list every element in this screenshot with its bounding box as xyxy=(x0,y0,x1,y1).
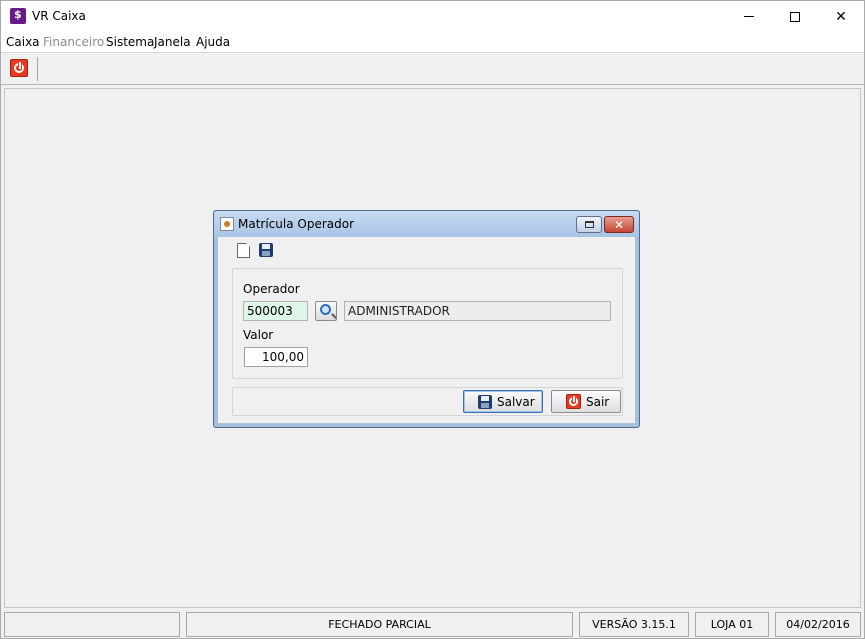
dialog-restore-button[interactable] xyxy=(576,216,602,233)
floppy-disk-icon xyxy=(478,394,492,409)
operador-label: Operador xyxy=(243,282,300,296)
restore-icon xyxy=(584,221,594,228)
salvar-button[interactable]: Salvar xyxy=(463,390,543,413)
search-icon xyxy=(320,304,331,315)
valor-label: Valor xyxy=(243,328,274,342)
save-toolbar-button[interactable] xyxy=(259,243,273,260)
power-icon xyxy=(566,394,581,409)
maximize-icon xyxy=(790,11,800,22)
operador-codigo-input[interactable]: 500003 xyxy=(243,301,308,321)
toolbar xyxy=(1,52,864,85)
status-situacao: FECHADO PARCIAL xyxy=(186,612,573,637)
dialog-title: Matrícula Operador xyxy=(238,217,355,231)
new-document-icon[interactable] xyxy=(237,243,250,258)
power-icon xyxy=(10,59,28,77)
menu-janela[interactable]: Janela xyxy=(154,35,191,49)
menu-sistema[interactable]: Sistema xyxy=(106,35,154,49)
valor-input[interactable]: 100,00 xyxy=(244,347,308,367)
search-operador-button[interactable] xyxy=(315,301,337,321)
close-icon: ✕ xyxy=(613,217,625,232)
status-data: 04/02/2016 xyxy=(775,612,861,637)
sair-label: Sair xyxy=(586,394,610,409)
status-versao: VERSÃO 3.15.1 xyxy=(579,612,689,637)
dialog-title-bar[interactable]: Matrícula Operador ✕ xyxy=(214,211,639,237)
minimize-button[interactable] xyxy=(726,1,772,32)
title-bar: VR Caixa ✕ xyxy=(1,1,864,32)
close-icon: ✕ xyxy=(835,8,847,25)
app-icon xyxy=(10,8,26,24)
menu-financeiro[interactable]: Financeiro xyxy=(43,35,104,49)
toolbar-separator xyxy=(37,57,38,81)
status-loja: LOJA 01 xyxy=(695,612,769,637)
menu-caixa[interactable]: Caixa xyxy=(6,35,40,49)
status-bar: FECHADO PARCIAL VERSÃO 3.15.1 LOJA 01 04… xyxy=(1,610,864,638)
java-cup-icon xyxy=(220,217,234,231)
close-button[interactable]: ✕ xyxy=(818,1,864,32)
operador-nome-field: ADMINISTRADOR xyxy=(344,301,611,321)
menu-bar: Caixa Financeiro Sistema Janela Ajuda xyxy=(1,32,864,52)
salvar-label: Salvar xyxy=(497,394,535,409)
floppy-disk-icon xyxy=(259,243,273,257)
maximize-button[interactable] xyxy=(772,1,818,32)
main-window: VR Caixa ✕ Caixa Financeiro Sistema Jane… xyxy=(0,0,865,639)
sair-button[interactable]: Sair xyxy=(551,390,621,413)
window-title: VR Caixa xyxy=(32,9,86,23)
dialog-body: Operador 500003 ADMINISTRADOR Valor 100,… xyxy=(218,237,635,423)
status-cell-empty xyxy=(4,612,180,637)
menu-ajuda[interactable]: Ajuda xyxy=(196,35,230,49)
dialog-close-button[interactable]: ✕ xyxy=(604,216,634,233)
exit-button[interactable] xyxy=(10,59,30,79)
matricula-operador-dialog: Matrícula Operador ✕ Operador 500003 ADM… xyxy=(213,210,640,428)
minimize-icon xyxy=(744,16,754,17)
